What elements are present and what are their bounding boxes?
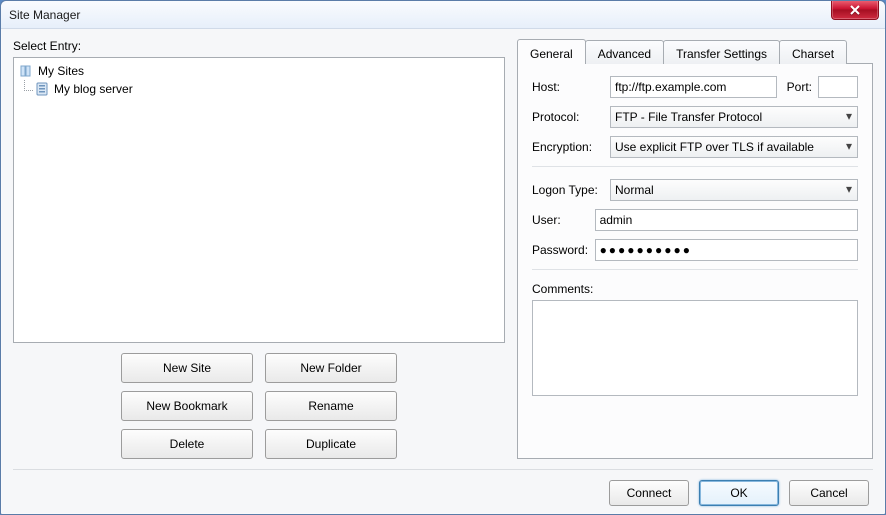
server-icon	[34, 81, 50, 97]
tree-root-my-sites[interactable]: My Sites	[16, 62, 502, 80]
user-label: User:	[532, 213, 595, 227]
entry-tree[interactable]: My Sites My blog server	[13, 57, 505, 343]
host-label: Host:	[532, 80, 610, 94]
titlebar[interactable]: Site Manager	[1, 1, 885, 29]
user-input[interactable]	[595, 209, 858, 231]
encryption-label: Encryption:	[532, 140, 610, 154]
logon-type-select[interactable]: Normal	[610, 179, 858, 201]
dialog-footer: Connect OK Cancel	[13, 480, 873, 506]
password-label: Password:	[532, 243, 595, 257]
connect-button[interactable]: Connect	[609, 480, 689, 506]
port-input[interactable]	[818, 76, 858, 98]
tab-charset[interactable]: Charset	[779, 40, 847, 64]
password-input[interactable]	[595, 239, 858, 261]
folder-sites-icon	[18, 63, 34, 79]
select-entry-label: Select Entry:	[13, 39, 505, 53]
delete-button[interactable]: Delete	[121, 429, 253, 459]
tab-general[interactable]: General	[517, 39, 586, 64]
separator	[532, 166, 858, 167]
close-button[interactable]	[831, 0, 879, 20]
footer-separator	[13, 469, 873, 470]
separator-2	[532, 269, 858, 270]
host-input[interactable]	[610, 76, 777, 98]
new-site-button[interactable]: New Site	[121, 353, 253, 383]
tree-item-label: My blog server	[54, 82, 133, 96]
window-title: Site Manager	[9, 8, 80, 22]
tree-root-label: My Sites	[38, 64, 84, 78]
ok-button[interactable]: OK	[699, 480, 779, 506]
general-panel: Host: Port: Protocol: FTP - File Transfe…	[517, 63, 873, 459]
rename-button[interactable]: Rename	[265, 391, 397, 421]
cancel-button[interactable]: Cancel	[789, 480, 869, 506]
site-manager-window: Site Manager Select Entry: My Sites	[0, 0, 886, 515]
protocol-select[interactable]: FTP - File Transfer Protocol	[610, 106, 858, 128]
tabstrip: General Advanced Transfer Settings Chars…	[517, 39, 873, 63]
logon-type-label: Logon Type:	[532, 183, 610, 197]
tab-advanced[interactable]: Advanced	[585, 40, 664, 64]
new-bookmark-button[interactable]: New Bookmark	[121, 391, 253, 421]
tree-item-my-blog-server[interactable]: My blog server	[16, 80, 502, 98]
close-icon	[849, 5, 861, 15]
duplicate-button[interactable]: Duplicate	[265, 429, 397, 459]
protocol-label: Protocol:	[532, 110, 610, 124]
new-folder-button[interactable]: New Folder	[265, 353, 397, 383]
comments-label: Comments:	[532, 282, 858, 296]
comments-textarea[interactable]	[532, 300, 858, 396]
tab-transfer-settings[interactable]: Transfer Settings	[663, 40, 780, 64]
port-label: Port:	[787, 80, 812, 94]
encryption-select[interactable]: Use explicit FTP over TLS if available	[610, 136, 858, 158]
